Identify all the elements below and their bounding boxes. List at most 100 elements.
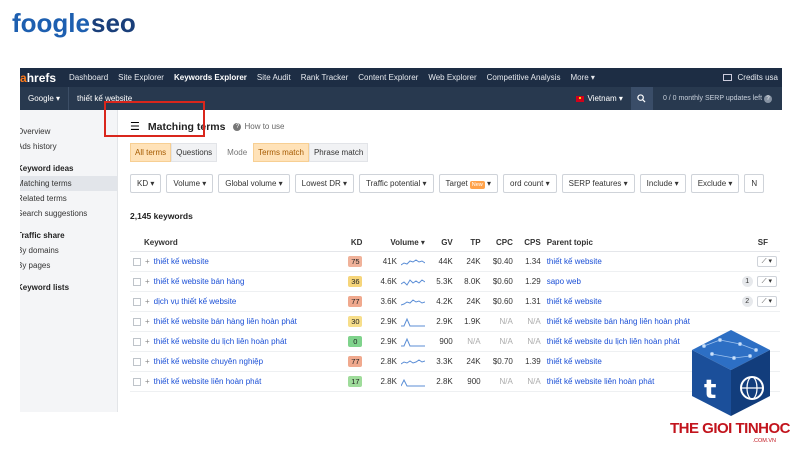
row-checkbox[interactable]	[133, 297, 141, 306]
filter-button-2[interactable]: Global volume ▾	[218, 174, 290, 193]
sf-cell: 2 ⟋ ▾	[728, 291, 780, 312]
parent-topic-link[interactable]: sapo web	[547, 277, 581, 286]
keyword-link[interactable]: thiết kế website liên hoàn phát	[154, 377, 262, 386]
nav-item-0[interactable]: Dashboard	[64, 73, 113, 82]
filter-label: ord count ▾	[510, 179, 550, 188]
sidebar-item[interactable]: Ads history	[20, 139, 117, 154]
volume-value: 2.9K	[380, 316, 397, 326]
filter-button-5[interactable]: Target New ▾	[438, 174, 499, 193]
nav-item-6[interactable]: Web Explorer	[423, 73, 481, 82]
tab-1[interactable]: Questions	[171, 143, 218, 162]
tab-0[interactable]: All terms	[130, 143, 172, 162]
nav-item-5[interactable]: Content Explorer	[353, 73, 423, 82]
row-checkbox[interactable]	[133, 277, 141, 286]
mode-tab-1[interactable]: Phrase match	[308, 143, 369, 162]
filter-button-10[interactable]: N	[744, 174, 765, 193]
keyword-link[interactable]: thiết kế website du lịch liên hoàn phát	[154, 337, 287, 346]
sidebar-item[interactable]: Matching terms	[20, 176, 117, 191]
parent-topic-link[interactable]: thiết kế website liên hoàn phát	[547, 377, 655, 386]
parent-topic-link[interactable]: thiết kế website	[547, 257, 602, 266]
keyword-link[interactable]: thiết kế website bán hàng	[154, 277, 245, 286]
sidebar-item[interactable]: Overview	[20, 124, 117, 139]
row-checkbox[interactable]	[133, 317, 141, 326]
credits-area[interactable]: Credits usa	[722, 73, 782, 82]
parent-topic-link[interactable]: thiết kế website	[547, 297, 602, 306]
brand-part-a: foogle	[12, 8, 90, 38]
sidebar-item[interactable]: Search suggestions	[20, 206, 117, 221]
sidebar-item[interactable]: Related terms	[20, 191, 117, 206]
cps-cell: N/A	[515, 371, 544, 392]
cpc-cell: $0.70	[483, 351, 516, 372]
sidebar-item[interactable]: By domains	[20, 243, 117, 258]
nav-item-1[interactable]: Site Explorer	[113, 73, 169, 82]
nav-items: Dashboard Site Explorer Keywords Explorer S…	[64, 73, 600, 82]
column-header[interactable]: SF	[728, 234, 780, 252]
search-button[interactable]	[630, 87, 653, 110]
column-header[interactable]: Keyword	[130, 234, 341, 252]
volume-trend-sparkline	[400, 358, 425, 364]
monitor-icon[interactable]	[722, 74, 732, 81]
add-to-list-icon[interactable]: +	[145, 377, 150, 386]
nav-item-8[interactable]: More ▾	[565, 73, 599, 82]
row-checkbox[interactable]	[133, 337, 141, 346]
nav-item-7[interactable]: Competitive Analysis	[482, 73, 566, 82]
country-select[interactable]: Vietnam ▾	[568, 94, 631, 103]
column-header[interactable]: GV	[427, 234, 456, 252]
add-to-list-icon[interactable]: +	[145, 297, 150, 306]
filter-button-4[interactable]: Traffic potential ▾	[359, 174, 434, 193]
filter-button-0[interactable]: KD ▾	[130, 174, 162, 193]
keyword-link[interactable]: thiết kế website	[154, 257, 209, 266]
sf-cell: ⟋ ▾	[728, 251, 780, 272]
filter-button-1[interactable]: Volume ▾	[166, 174, 214, 193]
ahrefs-logo[interactable]: ahrefs	[20, 71, 64, 85]
filter-button-9[interactable]: Exclude ▾	[690, 174, 740, 193]
add-to-list-icon[interactable]: +	[145, 277, 150, 286]
add-to-list-icon[interactable]: +	[145, 317, 150, 326]
mode-tab-0[interactable]: Terms match	[253, 143, 309, 162]
row-checkbox[interactable]	[133, 357, 141, 366]
trend-dropdown[interactable]: ⟋ ▾	[756, 256, 777, 267]
menu-icon[interactable]: ☰	[130, 120, 140, 133]
row-checkbox[interactable]	[133, 257, 141, 266]
nav-item-2[interactable]: Keywords Explorer	[169, 73, 252, 82]
trend-dropdown[interactable]: ⟋ ▾	[756, 276, 777, 287]
help-icon[interactable]: ?	[764, 94, 772, 103]
keyword-link[interactable]: dịch vụ thiết kế website	[154, 297, 237, 306]
column-header[interactable]: CPS	[515, 234, 544, 252]
serp-feature-count[interactable]: 1	[741, 276, 753, 287]
cps-cell: N/A	[515, 311, 544, 332]
parent-topic-cell: sapo web	[543, 271, 729, 292]
keyword-link[interactable]: thiết kế website chuyên nghiệp	[154, 357, 263, 366]
column-header[interactable]: Parent topic	[543, 234, 729, 252]
trend-dropdown[interactable]: ⟋ ▾	[756, 296, 777, 307]
keyword-query-input[interactable]: thiết kế website	[69, 94, 567, 103]
add-to-list-icon[interactable]: +	[145, 337, 150, 346]
keyword-link[interactable]: thiết kế website bán hàng liên hoàn phát	[154, 317, 297, 326]
column-header[interactable]: KD	[340, 234, 366, 252]
parent-topic-link[interactable]: thiết kế website bán hàng liên hoàn phát	[547, 317, 690, 326]
add-to-list-icon[interactable]: +	[145, 257, 150, 266]
search-engine-select[interactable]: Google ▾	[20, 87, 70, 110]
volume-trend-sparkline	[400, 298, 425, 305]
kd-cell: 77	[340, 351, 366, 372]
parent-topic-link[interactable]: thiết kế website	[547, 357, 602, 366]
parent-topic-link[interactable]: thiết kế website du lịch liên hoàn phát	[547, 337, 680, 346]
filter-button-8[interactable]: Include ▾	[639, 174, 686, 193]
nav-item-4[interactable]: Rank Tracker	[296, 73, 354, 82]
column-header[interactable]: Volume ▾	[365, 234, 428, 252]
column-header[interactable]: TP	[455, 234, 484, 252]
filter-label: Lowest DR ▾	[301, 179, 348, 188]
kd-badge: 75	[348, 256, 363, 267]
serp-feature-count[interactable]: 2	[741, 296, 753, 307]
row-checkbox[interactable]	[133, 377, 141, 386]
add-to-list-icon[interactable]: +	[145, 357, 150, 366]
sidebar-item[interactable]: By pages	[20, 258, 117, 273]
volume-trend-sparkline	[400, 337, 425, 346]
how-to-use-link[interactable]: ? How to use	[233, 122, 285, 131]
column-header[interactable]: CPC	[483, 234, 516, 252]
nav-item-3[interactable]: Site Audit	[252, 73, 296, 82]
filter-button-6[interactable]: ord count ▾	[503, 174, 557, 193]
terms-tabs: All terms Questions Mode Terms match Phras…	[130, 143, 782, 162]
filter-button-7[interactable]: SERP features ▾	[561, 174, 635, 193]
filter-button-3[interactable]: Lowest DR ▾	[294, 174, 355, 193]
